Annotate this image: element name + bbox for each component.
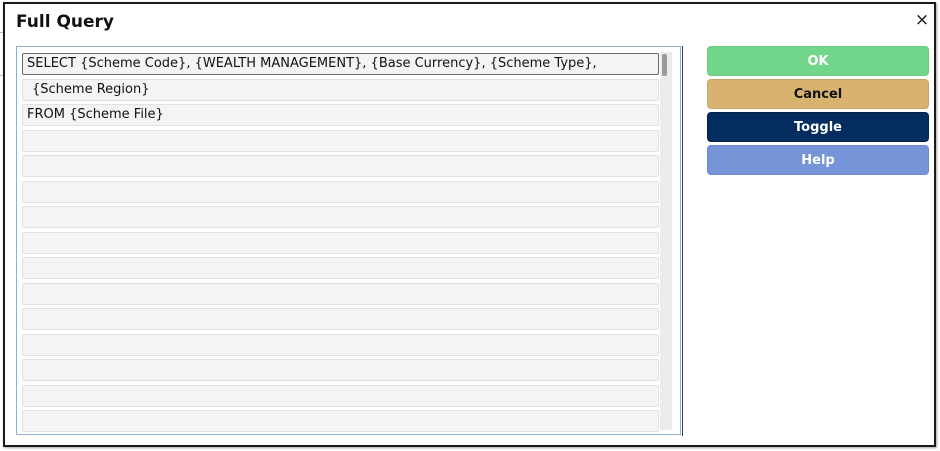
query-line-row[interactable] [22, 206, 659, 228]
query-line-row[interactable] [22, 155, 659, 177]
panel-divider [682, 46, 683, 436]
query-line-row[interactable] [22, 334, 659, 356]
vertical-scrollbar[interactable] [660, 52, 672, 430]
query-line-row[interactable] [22, 257, 659, 279]
query-line-row[interactable] [22, 283, 659, 305]
query-line-row[interactable] [22, 410, 659, 432]
query-line-row[interactable] [22, 232, 659, 254]
dialog-title: Full Query [16, 12, 114, 32]
close-icon[interactable]: × [914, 12, 930, 29]
ok-button[interactable]: OK [707, 46, 929, 76]
full-query-dialog: Full Query × SELECT {Scheme Code}, {WEAL… [3, 2, 936, 447]
query-line-row[interactable]: SELECT {Scheme Code}, {WEALTH MANAGEMENT… [22, 53, 659, 75]
query-line-row[interactable] [22, 308, 659, 330]
query-line-row[interactable] [22, 130, 659, 152]
query-line-row[interactable]: FROM {Scheme File} [22, 104, 659, 126]
query-line-row[interactable]: {Scheme Region} [22, 79, 659, 101]
query-text-area[interactable]: SELECT {Scheme Code}, {WEALTH MANAGEMENT… [16, 46, 681, 435]
help-button[interactable]: Help [707, 145, 929, 175]
cancel-button[interactable]: Cancel [707, 79, 929, 109]
query-lines-list: SELECT {Scheme Code}, {WEALTH MANAGEMENT… [18, 48, 680, 434]
query-line-row[interactable] [22, 181, 659, 203]
query-line-row[interactable] [22, 359, 659, 381]
scrollbar-thumb[interactable] [662, 54, 667, 76]
query-line-row[interactable] [22, 385, 659, 407]
toggle-button[interactable]: Toggle [707, 112, 929, 142]
